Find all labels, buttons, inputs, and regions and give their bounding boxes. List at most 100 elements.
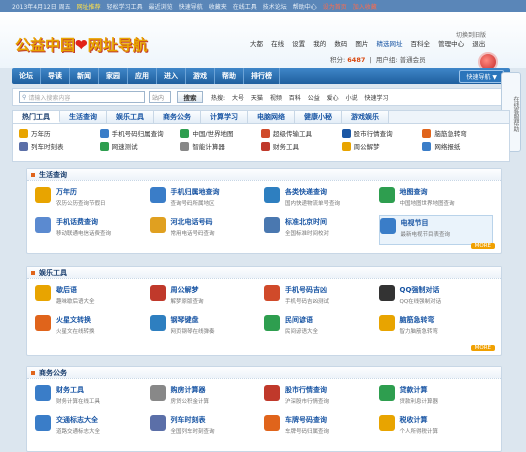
topbar-link[interactable]: 最近浏览 [149,2,173,11]
tool-name[interactable]: 车牌号码查询 [285,415,329,425]
tool-name[interactable]: 列车时刻表 [171,415,215,425]
tool-card[interactable]: 歇后语 趣味歇后语大全 [35,283,150,313]
hot-keyword[interactable]: 公益 [308,95,320,102]
tool-card[interactable]: 贷款计算 贷款利息计算器 [378,383,494,413]
tab-business[interactable]: 商务公务 [154,111,201,123]
tool-card[interactable]: 河北电话号码 常用电话号码查询 [149,215,265,245]
tool-card[interactable]: 钢琴键盘 网页钢琴在线弹奏 [149,313,265,343]
tool-name[interactable]: 交通标志大全 [56,415,100,425]
tool-card[interactable]: 交通标志大全 道路交通标志大全 [35,413,150,443]
nav-item[interactable]: 帮助 [215,68,244,84]
tool-name[interactable]: 民间谚语 [285,315,318,325]
tool-card[interactable]: 购房计算器 房贷公积金计算 [149,383,265,413]
site-logo[interactable]: 公益中国❤网址导航 [15,34,148,55]
tool-card[interactable]: 各类快递查询 国内快递物流单号查询 [264,185,379,215]
nav-item[interactable]: 论坛 [12,68,41,84]
tool-name[interactable]: 购房计算器 [171,385,210,395]
topbar-link[interactable]: 轻松学习工具 [107,2,143,11]
nav-item[interactable]: 导读 [41,68,70,84]
hot-keyword[interactable]: 大号 [232,95,244,102]
search-button[interactable]: 搜索 [177,91,203,103]
more-button[interactable]: MORE [470,243,495,249]
nav-item[interactable]: 游戏 [186,68,215,84]
header-link[interactable]: 大都 [250,40,263,48]
tool-name[interactable]: 万年历 [56,187,106,197]
tool-name[interactable]: 电视节目 [401,218,451,228]
tool-card[interactable]: QQ强制对话 QQ在线强制对话 [378,283,494,313]
header-link[interactable]: 百科全 [411,40,431,48]
quick-tool-item[interactable]: 超级传输工具 [260,128,342,138]
topbar-link[interactable]: 网址推荐 [77,2,101,11]
tool-name[interactable]: 贷款计算 [400,385,439,395]
tool-name[interactable]: 歇后语 [56,285,95,295]
quick-tool-item[interactable]: 列车时刻表 [19,141,100,151]
header-link[interactable]: 设置 [292,40,305,48]
topbar-link[interactable]: 在线工具 [233,2,257,11]
quick-tool-item[interactable]: 网速测试 [99,141,181,151]
tab-study[interactable]: 计算学习 [201,111,248,123]
tab-life[interactable]: 生活查询 [60,111,107,123]
tool-name[interactable]: 脑筋急转弯 [400,315,439,325]
logout-link[interactable]: 退出 [472,40,485,48]
tab-hot-tools[interactable]: 热门工具 [13,111,60,123]
tab-games[interactable]: 游戏娱乐 [342,111,389,123]
quick-tool-item[interactable]: 手机号码归属查询 [99,128,181,138]
tool-card[interactable]: 火星文转换 火星文在线转换 [35,313,150,343]
topbar-link[interactable]: 收藏夹 [209,2,227,11]
quick-tool-item[interactable]: 财务工具 [260,141,342,151]
header-link[interactable]: 图片 [355,40,368,48]
tool-name[interactable]: 税收计算 [400,415,439,425]
tool-card[interactable]: 车牌号码查询 车牌号码归属查询 [264,413,379,443]
topbar-link[interactable]: 技术论坛 [263,2,287,11]
tab-entertainment[interactable]: 娱乐工具 [107,111,154,123]
tab-health[interactable]: 健康小秘 [295,111,342,123]
tool-card[interactable]: 周公解梦 解梦原版查询 [149,283,265,313]
header-link[interactable]: 我的 [313,40,326,48]
nav-item[interactable]: 家园 [99,68,128,84]
tool-name[interactable]: 火星文转换 [56,315,95,325]
quick-tool-item[interactable]: 智能计算器 [180,141,261,151]
tool-card[interactable]: 脑筋急转弯 智力脑筋急转弯 [378,313,494,343]
add-favorite-link[interactable]: 加入收藏 [353,2,377,11]
tool-name[interactable]: 股市行情查询 [285,385,329,395]
hot-keyword[interactable]: 爱心 [327,95,339,102]
tool-card[interactable]: 万年历 农历公历查询节假日 [35,185,150,215]
topbar-link[interactable]: 快速导航 [179,2,203,11]
tool-card[interactable]: 民间谚语 民间谚语大全 [264,313,379,343]
tool-card[interactable]: 财务工具 财务计算在线工具 [35,383,150,413]
quick-tool-item[interactable]: 网络报纸 [422,141,503,151]
topbar-link[interactable]: 帮助中心 [293,2,317,11]
tab-computer[interactable]: 电脑网络 [248,111,295,123]
tool-name[interactable]: 周公解梦 [171,285,204,295]
header-link[interactable]: 精选网址 [376,40,402,48]
hot-keyword[interactable]: 天猫 [251,95,263,102]
quick-tool-item[interactable]: 万年历 [19,128,100,138]
tool-name[interactable]: 手机归属地查询 [171,187,220,197]
hot-keyword[interactable]: 视频 [270,95,282,102]
header-link[interactable]: 数码 [334,40,347,48]
tool-name[interactable]: 手机话费查询 [56,217,111,227]
tool-name[interactable]: 财务工具 [56,385,100,395]
set-homepage-link[interactable]: 设为首页 [323,2,347,11]
quick-tool-item[interactable]: 中国/世界地图 [180,128,261,138]
tool-name[interactable]: 手机号码吉凶 [285,285,329,295]
quick-tool-item[interactable]: 周公解梦 [341,141,423,151]
tool-name[interactable]: 河北电话号码 [171,217,215,227]
tool-card[interactable]: 标准北京时间 全国标准时间校对 [264,215,379,245]
header-link[interactable]: 在线 [271,40,284,48]
tool-name[interactable]: 地图查询 [400,187,455,197]
tool-card[interactable]: 列车时刻表 全国列车时刻查询 [149,413,265,443]
switch-version-link[interactable]: 切换到旧版 [456,30,486,39]
tool-name[interactable]: 各类快递查询 [285,187,340,197]
tool-name[interactable]: 标准北京时间 [285,217,329,227]
quick-nav-dropdown[interactable]: 快速导航 ▼ [459,69,504,83]
tool-card[interactable]: 电视节目 最新电视节目表查询 [378,215,493,245]
hot-keyword[interactable]: 小说 [346,95,358,102]
search-scope-select[interactable]: 站内 [149,91,171,103]
nav-item[interactable]: 进入 [157,68,186,84]
quick-tool-item[interactable]: 股市行情查询 [341,128,423,138]
tool-card[interactable]: 税收计算 个人所得税计算 [378,413,494,443]
tool-card[interactable]: 手机号码吉凶 手机号码吉凶测试 [264,283,379,313]
tool-card[interactable]: 手机话费查询 移动联通电信话费查询 [35,215,150,245]
header-link[interactable]: 管理中心 [438,40,464,48]
